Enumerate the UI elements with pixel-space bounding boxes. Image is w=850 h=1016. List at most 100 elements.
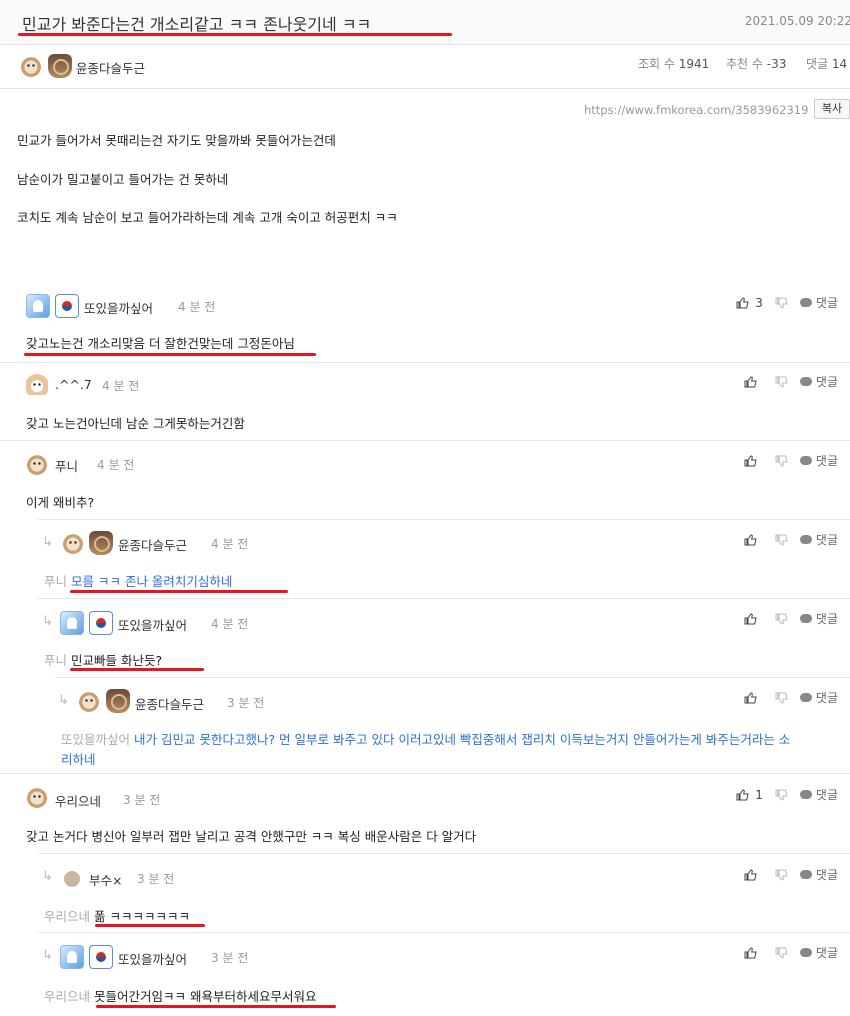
comment-actions: 댓글 <box>744 944 838 961</box>
speech-bubble-icon <box>799 948 812 957</box>
comment-author[interactable]: 푸니 <box>55 456 78 475</box>
highlight-underline <box>70 590 288 593</box>
reply-comment: ↳ 또있을까싶어 4 분 전 푸니 민교빠들 화난듯? 댓글 <box>38 598 850 679</box>
comment-text: 갖고노는건 개소리맞음 더 잘한건맞는데 그정돈아님 <box>26 336 295 351</box>
reply-button[interactable]: 댓글 <box>799 531 838 548</box>
comment-time: 3 분 전 <box>227 696 265 710</box>
thumbs-up-icon[interactable] <box>744 691 757 704</box>
comment-actions: 댓글 <box>744 866 838 883</box>
flag-badge-icon <box>89 945 113 969</box>
comment-actions: 댓글 <box>744 373 838 390</box>
thumbs-up-icon[interactable] <box>744 612 757 625</box>
comment-time: 4 분 전 <box>211 617 249 631</box>
comment-author[interactable]: 윤종다슬두근 <box>135 694 204 713</box>
comment: 또있을까싶어 4 분 전 갖고노는건 개소리맞음 더 잘한건맞는데 그정돈아님 … <box>0 284 850 366</box>
comment-time: 3 분 전 <box>137 872 175 886</box>
speech-bubble-icon <box>799 535 812 544</box>
reply-button[interactable]: 댓글 <box>799 373 838 390</box>
comment-actions: 댓글 <box>744 610 838 627</box>
thumbs-up-icon[interactable] <box>736 296 749 309</box>
thumbs-down-icon[interactable] <box>775 869 788 881</box>
thumbs-up-icon[interactable] <box>744 946 757 959</box>
title-underline <box>18 33 452 36</box>
rank-badge-icon <box>106 689 130 713</box>
thumbs-up-icon[interactable] <box>744 868 757 881</box>
reply-button[interactable]: 댓글 <box>799 294 838 311</box>
avatar-icon <box>26 786 48 808</box>
thumbs-up-icon[interactable] <box>744 375 757 388</box>
comment-time: 3 분 전 <box>123 793 161 807</box>
thumbs-down-icon[interactable] <box>775 455 788 467</box>
highlight-underline <box>95 924 205 927</box>
comment-author[interactable]: .^^.7 <box>55 377 92 392</box>
like-count: 추천 수 -33 <box>726 57 787 71</box>
post-paragraph: 민교가 들어가서 못때리는건 자기도 맞을까봐 못들어가는건데 <box>17 133 336 148</box>
reply-arrow-icon: ↳ <box>58 693 69 708</box>
thumbs-up-icon[interactable] <box>744 533 757 546</box>
reply-button[interactable]: 댓글 <box>799 866 838 883</box>
post-url[interactable]: https://www.fmkorea.com/3583962319 <box>584 103 808 117</box>
comment-actions: 댓글 <box>744 452 838 469</box>
comment-text: 갖고 논거다 병신아 일부러 잽만 날리고 공격 안했구만 ㅋㅋ 복싱 배운사람… <box>26 829 477 844</box>
comment: .^^.7 4 분 전 갖고 노는건아닌데 남순 그게못하는거긴함 댓글 <box>0 362 850 441</box>
thumbs-down-icon[interactable] <box>775 789 788 801</box>
comment-count: 댓글 14 <box>806 57 848 71</box>
thumbs-down-icon[interactable] <box>775 947 788 959</box>
comment-author[interactable]: 또있을까싶어 <box>118 615 187 634</box>
comment-author[interactable]: 부수× <box>89 870 122 889</box>
comment-time: 4 분 전 <box>211 537 249 551</box>
reply-target[interactable]: 우리으네 <box>44 909 90 924</box>
reply-button[interactable]: 댓글 <box>799 610 838 627</box>
avatar-icon <box>78 690 100 712</box>
reply-comment: ↳ 부수× 3 분 전 우리으네 폶 ㅋㅋㅋㅋㅋㅋㅋ 댓글 <box>38 853 850 934</box>
view-count: 조회 수 1941 <box>638 57 710 71</box>
reply-target[interactable]: 푸니 <box>44 653 67 668</box>
copy-url-button[interactable]: 복사 <box>814 99 850 119</box>
reply-arrow-icon: ↳ <box>42 869 53 884</box>
comment-author[interactable]: 우리으네 <box>55 791 101 810</box>
thumbs-down-icon[interactable] <box>775 534 788 546</box>
reply-button[interactable]: 댓글 <box>799 452 838 469</box>
comment-actions: 댓글 <box>744 531 838 548</box>
avatar-icon <box>64 871 80 887</box>
reply-button[interactable]: 댓글 <box>799 786 838 803</box>
comment-author[interactable]: 또있을까싶어 <box>118 949 187 968</box>
reply-target[interactable]: 우리으네 <box>44 989 90 1004</box>
post-date: 2021.05.09 20:22 <box>744 14 850 28</box>
comment-text: 또있을까싶어 내가 김민교 못한다고했나? 먼 일부로 봐주고 있다 이러고있네… <box>61 732 791 747</box>
rank-badge-icon <box>89 531 113 555</box>
post-author[interactable]: 윤종다슬두근 <box>76 58 145 77</box>
comment-time: 4 분 전 <box>102 379 140 393</box>
highlight-underline <box>70 668 204 671</box>
reply-button[interactable]: 댓글 <box>799 689 838 706</box>
comment-author[interactable]: 또있을까싶어 <box>84 298 153 317</box>
comment-actions: 댓글 <box>744 689 838 706</box>
thumbs-up-icon[interactable] <box>744 454 757 467</box>
speech-bubble-icon <box>799 456 812 465</box>
reply-arrow-icon: ↳ <box>42 535 53 550</box>
flag-badge-icon <box>55 294 79 318</box>
post-paragraph: 남순이가 밀고붙이고 들어가는 건 못하네 <box>17 172 229 187</box>
speech-bubble-icon <box>799 614 812 623</box>
post-title: 민교가 봐준다는건 개소리같고 ㅋㅋ 존나웃기네 ㅋㅋ <box>22 15 372 34</box>
comment-time: 3 분 전 <box>211 951 249 965</box>
like-count: 3 <box>755 295 763 310</box>
comment-text: 이게 왜비추? <box>26 495 95 510</box>
thumbs-down-icon[interactable] <box>775 692 788 704</box>
comment-text-cont: 리하네 <box>61 752 96 767</box>
avatar-icon <box>60 945 84 969</box>
comment-author[interactable]: 윤종다슬두근 <box>118 535 187 554</box>
thumbs-down-icon[interactable] <box>775 297 788 309</box>
thumbs-up-icon[interactable] <box>736 788 749 801</box>
comment-text: 우리으네 폶 ㅋㅋㅋㅋㅋㅋㅋ <box>44 909 190 924</box>
avatar-icon <box>26 453 48 475</box>
rank-badge-icon <box>48 54 72 78</box>
flag-badge-icon <box>89 611 113 635</box>
reply-button[interactable]: 댓글 <box>799 944 838 961</box>
thumbs-down-icon[interactable] <box>775 613 788 625</box>
reply-target[interactable]: 푸니 <box>44 574 67 589</box>
thumbs-down-icon[interactable] <box>775 376 788 388</box>
reply-arrow-icon: ↳ <box>42 614 53 629</box>
reply-target[interactable]: 또있을까싶어 <box>61 732 130 747</box>
speech-bubble-icon <box>799 870 812 879</box>
